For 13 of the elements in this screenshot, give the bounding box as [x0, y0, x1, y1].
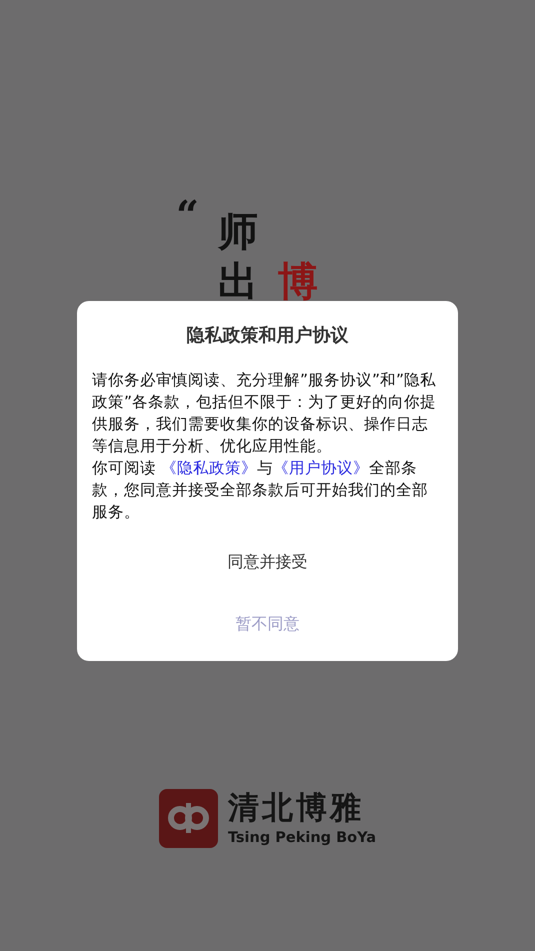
intro-paragraph: 请你务必审慎阅读、充分理解”服务协议”和”隐私政策”各条款，包括但不限于：为了更好的向你提供服务，我们需要收集你的设备标识、操作日志等信息用于分析、优化应用性能。 [92, 370, 438, 457]
dialog-title: 隐私政策和用户协议 [186, 324, 350, 348]
brand-name: 清北博雅 [228, 790, 365, 826]
slogan-character: “ [176, 196, 200, 236]
slogan-character: 出 [218, 262, 258, 302]
accept-button[interactable]: 同意并接受 [208, 541, 328, 583]
policy-link[interactable]: 《隐私政策》 [160, 459, 257, 477]
logo-icon [158, 789, 218, 848]
slogan-character: 师 [218, 212, 258, 252]
notice-paragraph: 你可阅读 《隐私政策》与《用户协议》全部条款，您同意并接受全部条款后可开始我们的全部服务。 [92, 458, 429, 523]
brand-subtitle: Tsing Peking BoYa [228, 828, 376, 848]
policy-link[interactable]: 《用户协议》 [272, 459, 369, 477]
slogan-character: 博 [278, 262, 318, 302]
